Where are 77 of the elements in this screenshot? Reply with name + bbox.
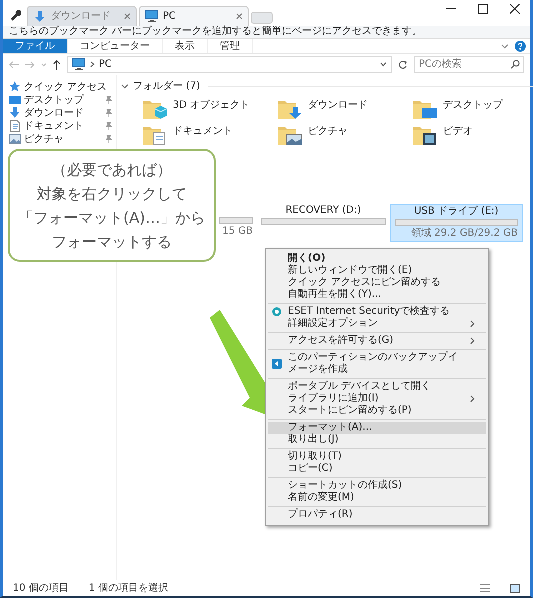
chevron-down-icon[interactable] — [380, 62, 387, 68]
browser-tab[interactable]: ダウンロード — [27, 6, 137, 26]
folder-name[interactable]: デスクトップ — [443, 98, 503, 113]
callout-text: （必要であれば） — [52, 160, 172, 180]
bookmark-bar-message: こちらのブックマーク バーにブックマークを追加すると簡単にページにアクセスできます。 — [3, 26, 530, 39]
close-icon[interactable] — [510, 4, 520, 14]
sidebar-item[interactable]: クイック アクセス — [9, 81, 112, 93]
menu-item[interactable]: ポータブル デバイスとして開く — [268, 381, 486, 393]
menu-item[interactable]: プロパティ(R) — [268, 509, 486, 521]
chevron-down-icon[interactable] — [501, 43, 509, 51]
chevron-right-icon — [90, 61, 95, 68]
folder-name[interactable]: 3D オブジェクト — [173, 98, 250, 113]
search-icon[interactable] — [511, 60, 520, 69]
download-icon — [33, 10, 47, 23]
free-space-text: 15 GB — [221, 226, 253, 237]
status-text: 1 個の項目を選択 — [88, 582, 168, 596]
usage-bar — [219, 217, 253, 224]
menu-item[interactable]: ショートカットの作成(S) — [268, 480, 486, 492]
details-view-icon[interactable] — [480, 584, 490, 592]
menu-item[interactable]: 名前の変更(M) — [268, 492, 486, 504]
menu-item[interactable]: このパーティションのバックアップイメージを作成 — [268, 352, 486, 376]
chevron-down-icon[interactable] — [121, 82, 129, 90]
menu-item[interactable]: 新しいウィンドウで開く(E) — [268, 265, 486, 277]
status-text: 10 個の項目 — [13, 582, 69, 596]
picture-icon — [9, 133, 21, 145]
menu-item[interactable]: スタートにピン留めする(P) — [268, 405, 486, 417]
menu-item[interactable]: 取り出し(J) — [268, 434, 486, 446]
menu-item[interactable]: アクセスを許可する(G) — [268, 335, 486, 347]
sidebar-item[interactable]: ダウンロード — [9, 107, 112, 119]
folder-name[interactable]: ピクチャ — [308, 124, 348, 139]
folder-name[interactable]: ビデオ — [443, 124, 473, 139]
pin-icon — [106, 122, 112, 130]
pin-icon — [106, 96, 112, 104]
menu-item[interactable]: ESET Internet Securityで検査する — [268, 306, 486, 318]
menu-item[interactable]: コピー(C) — [268, 463, 486, 475]
callout-text: フォーマットする — [52, 232, 172, 252]
callout-text: 対象を右クリックして — [37, 184, 187, 204]
sidebar-item[interactable]: デスクトップ — [9, 94, 112, 106]
tiles-view-icon[interactable] — [510, 584, 520, 592]
drive-label[interactable]: RECOVERY (D:) — [261, 205, 386, 216]
drive-label[interactable]: USB ドライブ (E:) — [395, 206, 518, 217]
sidebar-item[interactable]: ドキュメント — [9, 120, 112, 132]
up-icon[interactable] — [53, 60, 61, 70]
download-icon — [9, 107, 21, 119]
maximize-icon[interactable] — [478, 4, 488, 14]
pin-icon — [106, 109, 112, 117]
star-icon — [9, 81, 21, 93]
menu-item[interactable]: 自動再生を開く(Y)... — [268, 289, 486, 301]
refresh-icon[interactable] — [398, 60, 408, 70]
sidebar-item[interactable]: ピクチャ — [9, 133, 112, 145]
computer-icon — [72, 58, 86, 71]
browser-tab[interactable]: PC — [139, 6, 249, 26]
menu-item[interactable]: クイック アクセスにピン留めする — [268, 277, 486, 289]
menu-item[interactable]: 詳細設定オプション — [268, 318, 486, 330]
pin-icon — [106, 135, 112, 143]
folder-icon[interactable] — [413, 124, 437, 146]
menu-item[interactable]: 切り取り(T) — [268, 451, 486, 463]
address-bar[interactable]: PC — [67, 56, 392, 73]
ribbon-tab[interactable]: ファイル — [3, 39, 68, 53]
folder-name[interactable]: ドキュメント — [173, 124, 233, 139]
folder-name[interactable]: ダウンロード — [308, 98, 368, 113]
menu-item[interactable]: フォーマット(A)... — [268, 422, 486, 434]
folder-icon[interactable] — [278, 124, 302, 146]
section-heading[interactable]: フォルダー (7) — [133, 79, 200, 94]
help-icon[interactable] — [515, 41, 526, 52]
document-icon — [9, 120, 21, 132]
search-field[interactable]: PCの検索 — [414, 56, 524, 73]
callout-text: 「フォーマット(A)…」から — [18, 208, 206, 228]
shield-icon — [272, 307, 282, 317]
wrench-icon — [9, 9, 21, 21]
computer-icon — [145, 10, 159, 23]
menu-item[interactable]: ライブラリに追加(I) — [268, 393, 486, 405]
drive-tile[interactable]: USB ドライブ (E:) 領域 29.2 GB/29.2 GB — [390, 204, 523, 242]
free-space-text: 領域 29.2 GB/29.2 GB — [410, 228, 518, 239]
desktop-icon — [9, 94, 21, 106]
menu-item[interactable]: 開く(O) — [268, 253, 486, 265]
backup-icon — [272, 359, 282, 369]
